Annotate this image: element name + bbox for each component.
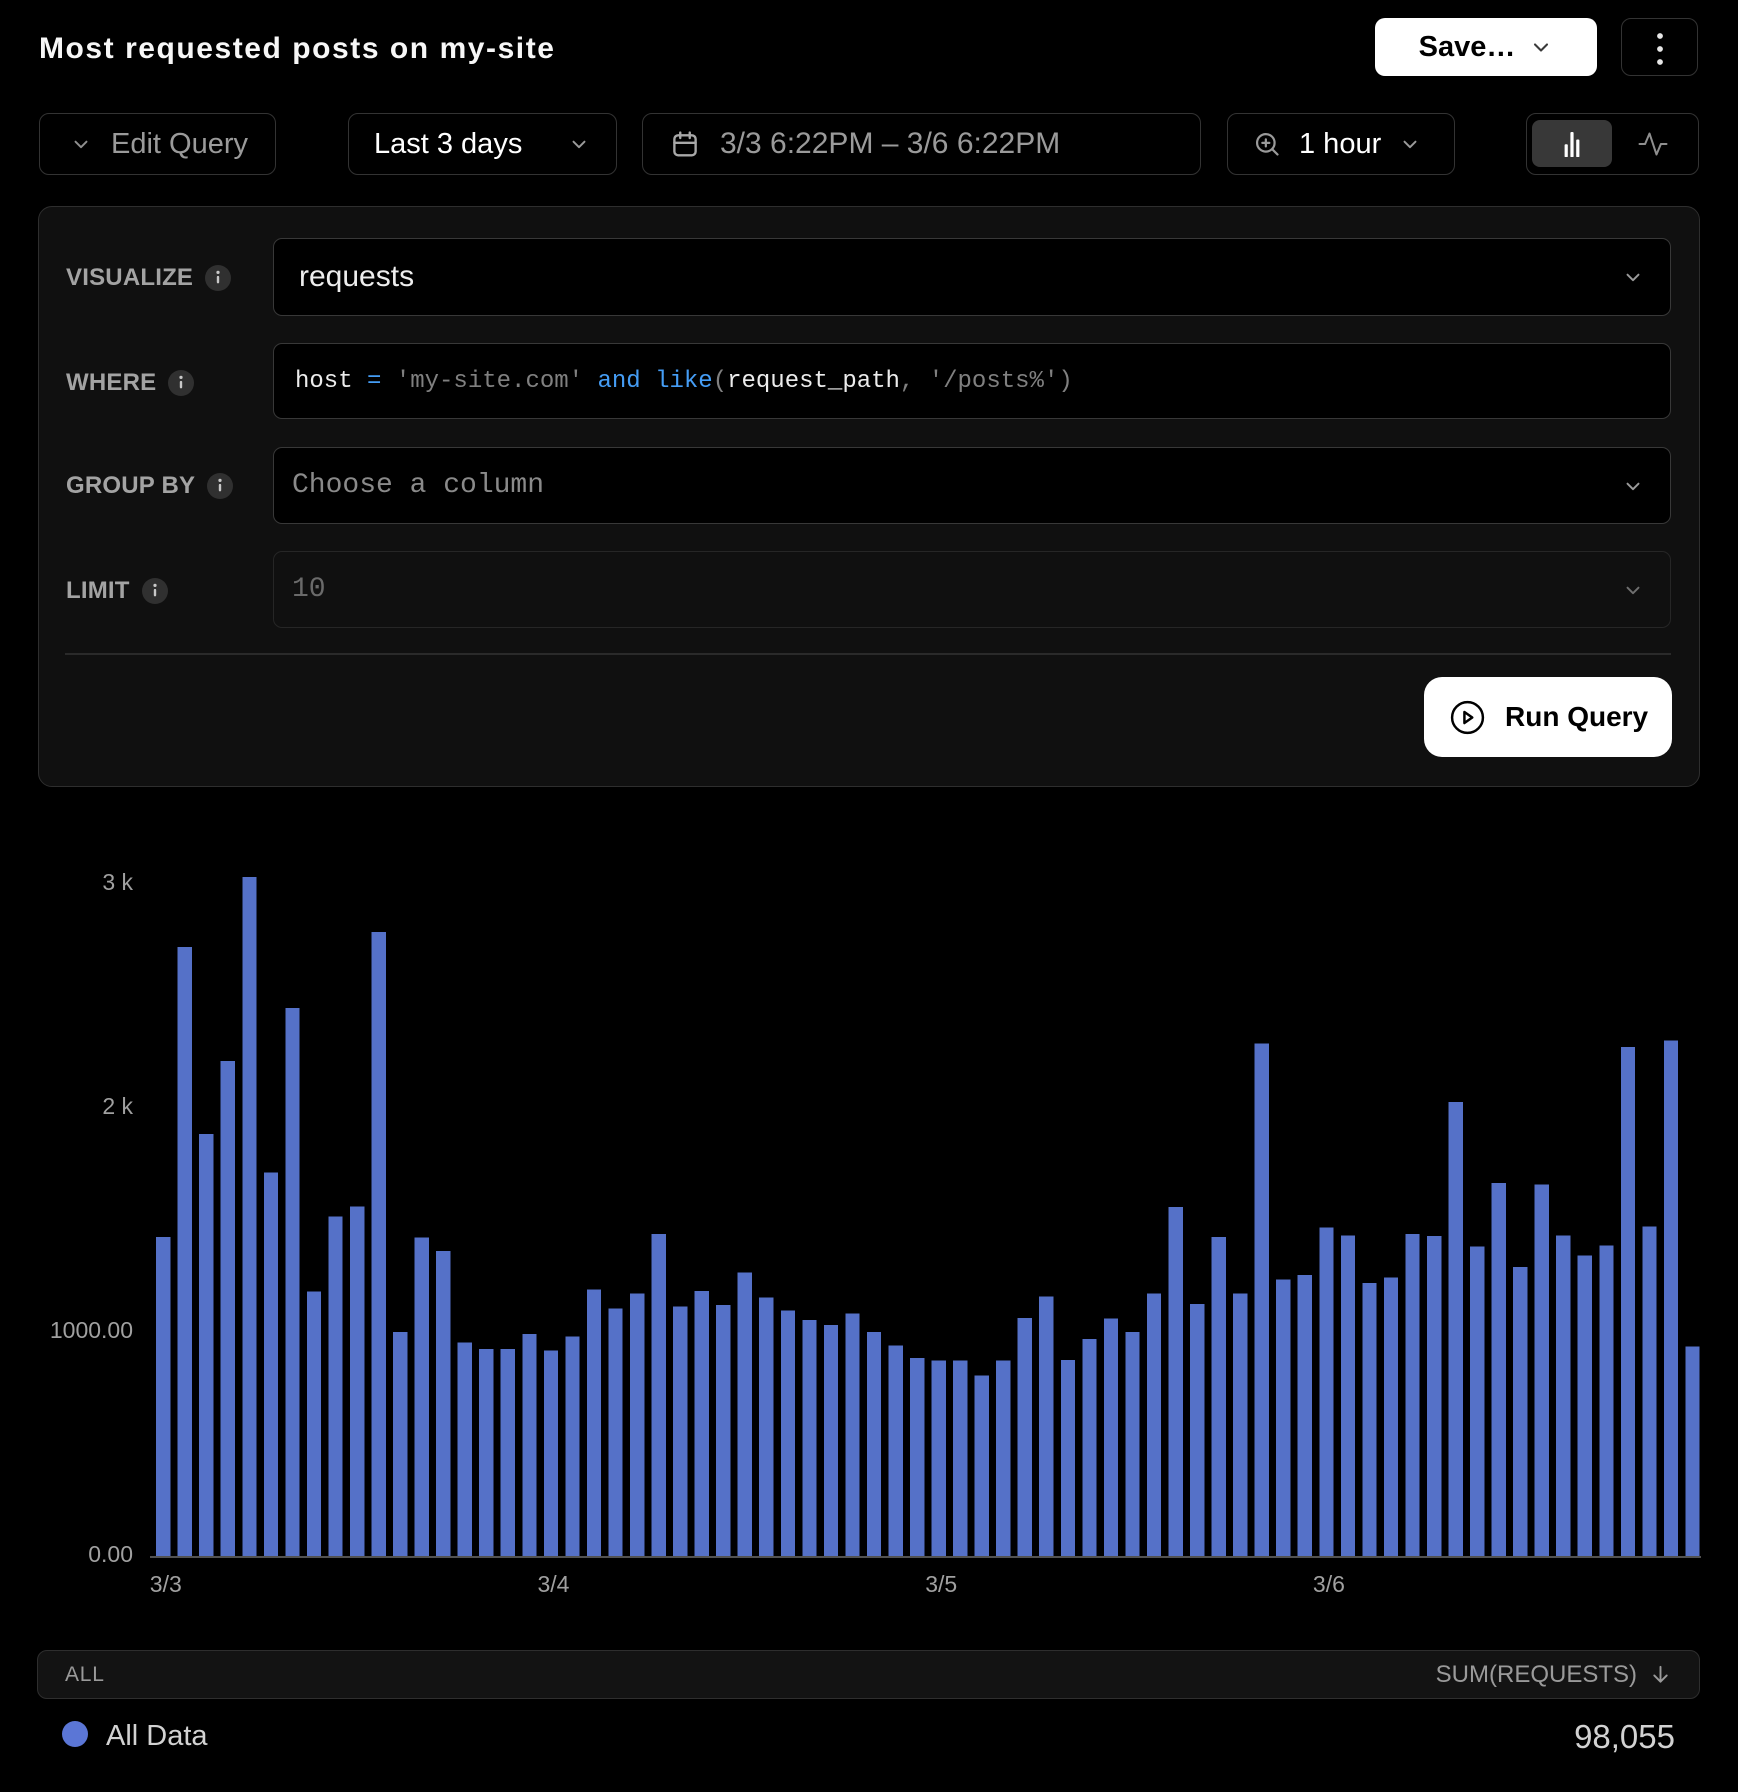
svg-text:3 k: 3 k [102,869,133,895]
svg-text:3/4: 3/4 [538,1571,570,1597]
svg-text:3/5: 3/5 [925,1571,957,1597]
svg-text:3/6: 3/6 [1313,1571,1345,1597]
svg-text:1000.00: 1000.00 [50,1317,133,1343]
svg-text:3/3: 3/3 [150,1571,182,1597]
svg-text:0.00: 0.00 [88,1541,133,1567]
svg-text:2 k: 2 k [102,1093,133,1119]
